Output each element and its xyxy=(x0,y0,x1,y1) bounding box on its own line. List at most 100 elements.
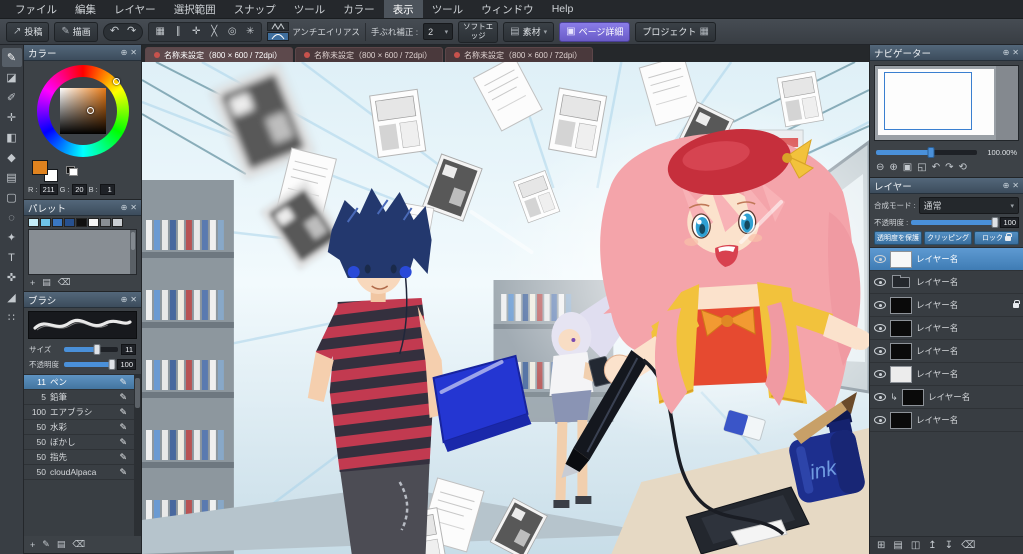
zoom-actual-icon[interactable]: ◱ xyxy=(917,162,926,173)
panel-close-icon[interactable]: ✕ xyxy=(130,295,137,304)
palette-swatch[interactable] xyxy=(40,218,51,227)
brush-edit-icon[interactable]: ✎ xyxy=(119,452,127,463)
hue-cursor[interactable] xyxy=(112,78,120,85)
palette-swatch[interactable] xyxy=(76,218,87,227)
text-tool[interactable]: T xyxy=(2,248,22,267)
visibility-eye-icon[interactable] xyxy=(874,347,886,355)
material-button[interactable]: ▤ 素材 ▾ xyxy=(503,21,555,42)
foreground-color-swatch[interactable] xyxy=(32,160,48,175)
layer-row-folder[interactable]: レイヤー名 xyxy=(870,271,1023,294)
panel-close-icon[interactable]: ✕ xyxy=(1012,48,1019,57)
eyedropper-tool[interactable]: ◢ xyxy=(2,288,22,307)
antialias-on-button[interactable] xyxy=(267,32,290,41)
visibility-eye-icon[interactable] xyxy=(874,416,886,424)
panel-close-icon[interactable]: ✕ xyxy=(130,203,137,212)
snap-circle-icon[interactable]: ◎ xyxy=(224,24,240,40)
palette-swatch[interactable] xyxy=(88,218,99,227)
layer-opacity-slider[interactable] xyxy=(911,217,999,228)
visibility-eye-icon[interactable] xyxy=(874,278,886,286)
menu-file[interactable]: ファイル xyxy=(6,0,66,18)
reset-view-icon[interactable]: ⟲ xyxy=(958,162,966,173)
menu-edit[interactable]: 編集 xyxy=(66,0,105,18)
eraser-tool[interactable]: ◪ xyxy=(2,68,22,87)
protect-alpha-button[interactable]: 透明度を保護 xyxy=(874,231,922,245)
redo-icon[interactable]: ↷ xyxy=(127,26,136,37)
brush-folder-icon[interactable]: ▤ xyxy=(57,539,66,550)
menu-select[interactable]: 選択範囲 xyxy=(165,0,225,18)
brush-edit-icon[interactable]: ✎ xyxy=(119,407,127,418)
add-layer-icon[interactable]: ⊞ xyxy=(877,540,885,551)
bucket-tool[interactable]: ◆ xyxy=(2,148,22,167)
visibility-eye-icon[interactable] xyxy=(874,393,886,401)
duplicate-layer-icon[interactable]: ◫ xyxy=(911,540,920,551)
panel-menu-icon[interactable]: ⊕ xyxy=(121,48,128,57)
brush-edit-icon[interactable]: ✎ xyxy=(119,422,127,433)
zoom-in-icon[interactable]: ⊕ xyxy=(889,162,897,173)
panel-menu-icon[interactable]: ⊕ xyxy=(121,203,128,212)
add-folder-icon[interactable]: ▤ xyxy=(893,540,902,551)
edit-brush-icon[interactable]: ✎ xyxy=(42,539,50,550)
brush-scrollbar[interactable] xyxy=(134,375,141,536)
navigator-viewport-rect[interactable] xyxy=(884,72,972,130)
lock-button[interactable]: ロック xyxy=(974,231,1019,245)
g-value[interactable]: 20 xyxy=(71,184,87,195)
delete-color-icon[interactable]: ⌫ xyxy=(58,277,71,288)
move-tool[interactable]: ✛ xyxy=(2,108,22,127)
zoom-out-icon[interactable]: ⊖ xyxy=(876,162,884,173)
snap-cross-icon[interactable]: ✛ xyxy=(188,24,204,40)
brush-item-pen[interactable]: 11 ペン ✎ xyxy=(24,375,141,390)
brush-item-airbrush[interactable]: 100 エアブラシ ✎ xyxy=(24,405,141,420)
document-tab-3[interactable]: 名称未設定（800 × 600 / 72dpi） xyxy=(445,47,593,62)
menu-snap[interactable]: スナップ xyxy=(225,0,285,18)
draw-button[interactable]: ✎ 描画 xyxy=(54,21,98,42)
post-button[interactable]: ↗ 投稿 xyxy=(6,21,50,42)
add-color-icon[interactable]: + xyxy=(30,278,35,288)
zoom-fit-icon[interactable]: ▣ xyxy=(903,162,912,173)
menu-tool-2[interactable]: ツール xyxy=(423,0,473,18)
brush-opacity-value[interactable]: 100 xyxy=(117,359,136,370)
divide-tool[interactable]: ∷ xyxy=(2,308,22,327)
layer-row-clipped[interactable]: ↳ レイヤー名 xyxy=(870,386,1023,409)
navigator-preview[interactable] xyxy=(874,65,1019,141)
menu-layer[interactable]: レイヤー xyxy=(105,0,165,18)
visibility-eye-icon[interactable] xyxy=(874,255,886,263)
brush-edit-icon[interactable]: ✎ xyxy=(119,377,127,388)
add-brush-icon[interactable]: + xyxy=(30,540,35,550)
menu-view[interactable]: 表示 xyxy=(383,0,423,18)
panel-menu-icon[interactable]: ⊕ xyxy=(121,295,128,304)
brush-tool[interactable]: ✎ xyxy=(1,48,22,67)
brush-item-cloudalpaca[interactable]: 50 cloudAlpaca ✎ xyxy=(24,465,141,480)
layer-row[interactable]: レイヤー名 xyxy=(870,294,1023,317)
palette-swatch[interactable] xyxy=(112,218,123,227)
fill-tool[interactable]: ◧ xyxy=(2,128,22,147)
r-value[interactable]: 211 xyxy=(39,184,58,195)
layer-row[interactable]: レイヤー名 xyxy=(870,317,1023,340)
document-tab-2[interactable]: 名称未設定（800 × 600 / 72dpi） xyxy=(295,47,443,62)
menu-tool[interactable]: ツール xyxy=(285,0,335,18)
palette-swatch[interactable] xyxy=(52,218,63,227)
delete-brush-icon[interactable]: ⌫ xyxy=(72,539,85,550)
palette-scrollbar[interactable] xyxy=(130,230,136,274)
stabilizer-select[interactable]: 2 ▾ xyxy=(423,23,454,40)
palette-list[interactable] xyxy=(28,229,137,275)
layer-row[interactable]: レイヤー名 xyxy=(870,409,1023,432)
palette-swatch[interactable] xyxy=(28,218,39,227)
blend-mode-select[interactable]: 通常 ▾ xyxy=(918,197,1019,214)
gradient-tool[interactable]: ▤ xyxy=(2,168,22,187)
rotate-left-icon[interactable]: ↶ xyxy=(932,162,940,173)
project-button[interactable]: プロジェクト ▦ xyxy=(635,21,716,42)
drawing-canvas[interactable]: ink xyxy=(142,62,869,554)
menu-color[interactable]: カラー xyxy=(334,0,384,18)
visibility-eye-icon[interactable] xyxy=(874,324,886,332)
magic-wand-tool[interactable]: ✦ xyxy=(2,228,22,247)
brush-item-pencil[interactable]: 5 鉛筆 ✎ xyxy=(24,390,141,405)
visibility-eye-icon[interactable] xyxy=(874,301,886,309)
soft-edge-button[interactable]: ソフトエッジ xyxy=(458,20,499,43)
brush-size-value[interactable]: 11 xyxy=(121,344,136,355)
brush-item-watercolor[interactable]: 50 水彩 ✎ xyxy=(24,420,141,435)
delete-layer-icon[interactable]: ⌫ xyxy=(961,540,975,551)
select-tool[interactable]: ▢ xyxy=(2,188,22,207)
clipping-button[interactable]: クリッピング xyxy=(924,231,972,245)
snap-vanishing-icon[interactable]: ╳ xyxy=(206,24,222,40)
move-layer-up-icon[interactable]: ↥ xyxy=(928,540,936,551)
